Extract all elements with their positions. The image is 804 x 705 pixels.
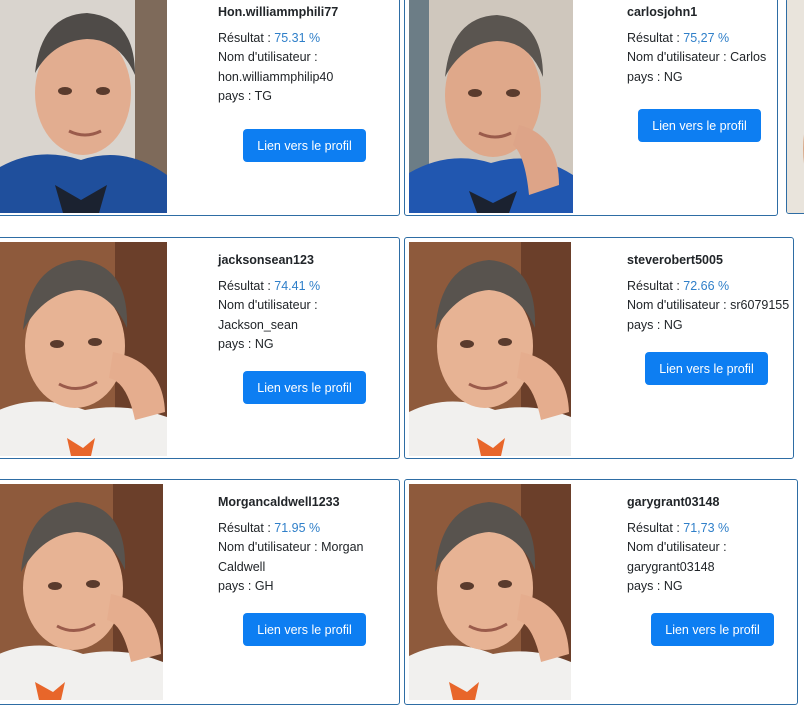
score-label: Résultat : [218,520,275,535]
country-label: pays : [218,337,255,351]
profile-link-button[interactable]: Lien vers le profil [243,371,366,404]
result-username-title: Hon.williammphili77 [218,5,339,19]
result-username-title: jacksonsean123 [218,253,314,267]
profile-link-button[interactable]: Lien vers le profil [645,352,768,385]
score-value: 75,27 % [683,30,730,45]
country-value: NG [663,579,683,593]
profile-photo [409,0,573,213]
profile-photo [0,242,167,456]
result-username-title: garygrant03148 [627,495,720,509]
profile-link-button[interactable]: Lien vers le profil [651,613,774,646]
score-label: Résultat : [218,30,275,45]
username-value: Carlos [730,50,767,64]
username-label: Nom d'utilisateur : [218,298,318,312]
country-label: pays : [627,317,664,332]
profile-photo [0,0,167,213]
country-value: TG [254,89,272,103]
result-username-title: Morgancaldwell1233 [218,495,340,509]
profile-link-button[interactable]: Lien vers le profil [243,613,366,646]
score-value: 71,73 % [683,520,730,535]
country-value: NG [254,337,274,351]
profile-link-button[interactable]: Lien vers le profil [243,129,366,162]
partial-profile-photo [787,0,804,213]
profile-link-button[interactable]: Lien vers le profil [638,109,761,142]
score-value: 75.31 % [274,30,321,45]
country-value: NG [663,69,683,84]
score-label: Résultat : [627,520,684,535]
score-value: 71.95 % [274,520,321,535]
username-label: Nom d'utilisateur : [627,298,731,312]
username-value-line2: garygrant03148 [627,559,715,574]
result-username-title: carlosjohn1 [627,5,698,19]
username-value: Morgan [321,540,364,554]
result-username-title: steverobert5005 [627,253,723,267]
result-card: Morgancaldwell1233 Résultat : 71.95 % No… [0,479,400,705]
username-value: sr6079155 [730,298,790,312]
result-card: Hon.williammphili77 Résultat : 75.31 % N… [0,0,400,216]
score-value: 72.66 % [683,278,730,293]
username-value-line2: Jackson_sean [218,317,298,332]
username-label: Nom d'utilisateur : [218,540,322,554]
username-label: Nom d'utilisateur : [627,540,727,554]
profile-photo [0,484,163,700]
score-value: 74.41 % [274,278,321,293]
country-label: pays : [627,579,664,593]
country-label: pays : [627,69,664,84]
username-label: Nom d'utilisateur : [627,50,731,64]
country-value: NG [663,317,683,332]
partial-result-card [786,0,804,214]
country-label: pays : [218,579,255,593]
score-label: Résultat : [218,278,275,293]
score-label: Résultat : [627,278,684,293]
score-label: Résultat : [627,30,684,45]
username-value-line2: hon.williammphilip40 [218,69,334,84]
country-label: pays : [218,89,255,103]
profile-photo [409,484,571,700]
result-card: steverobert5005 Résultat : 72.66 % Nom d… [404,237,794,459]
username-label: Nom d'utilisateur : [218,50,318,64]
result-card: carlosjohn1 Résultat : 75,27 % Nom d'uti… [404,0,778,216]
result-card: jacksonsean123 Résultat : 74.41 % Nom d'… [0,237,400,459]
result-card: garygrant03148 Résultat : 71,73 % Nom d'… [404,479,798,705]
username-value-line2: Caldwell [218,559,266,574]
profile-photo [409,242,571,456]
country-value: GH [254,579,274,593]
